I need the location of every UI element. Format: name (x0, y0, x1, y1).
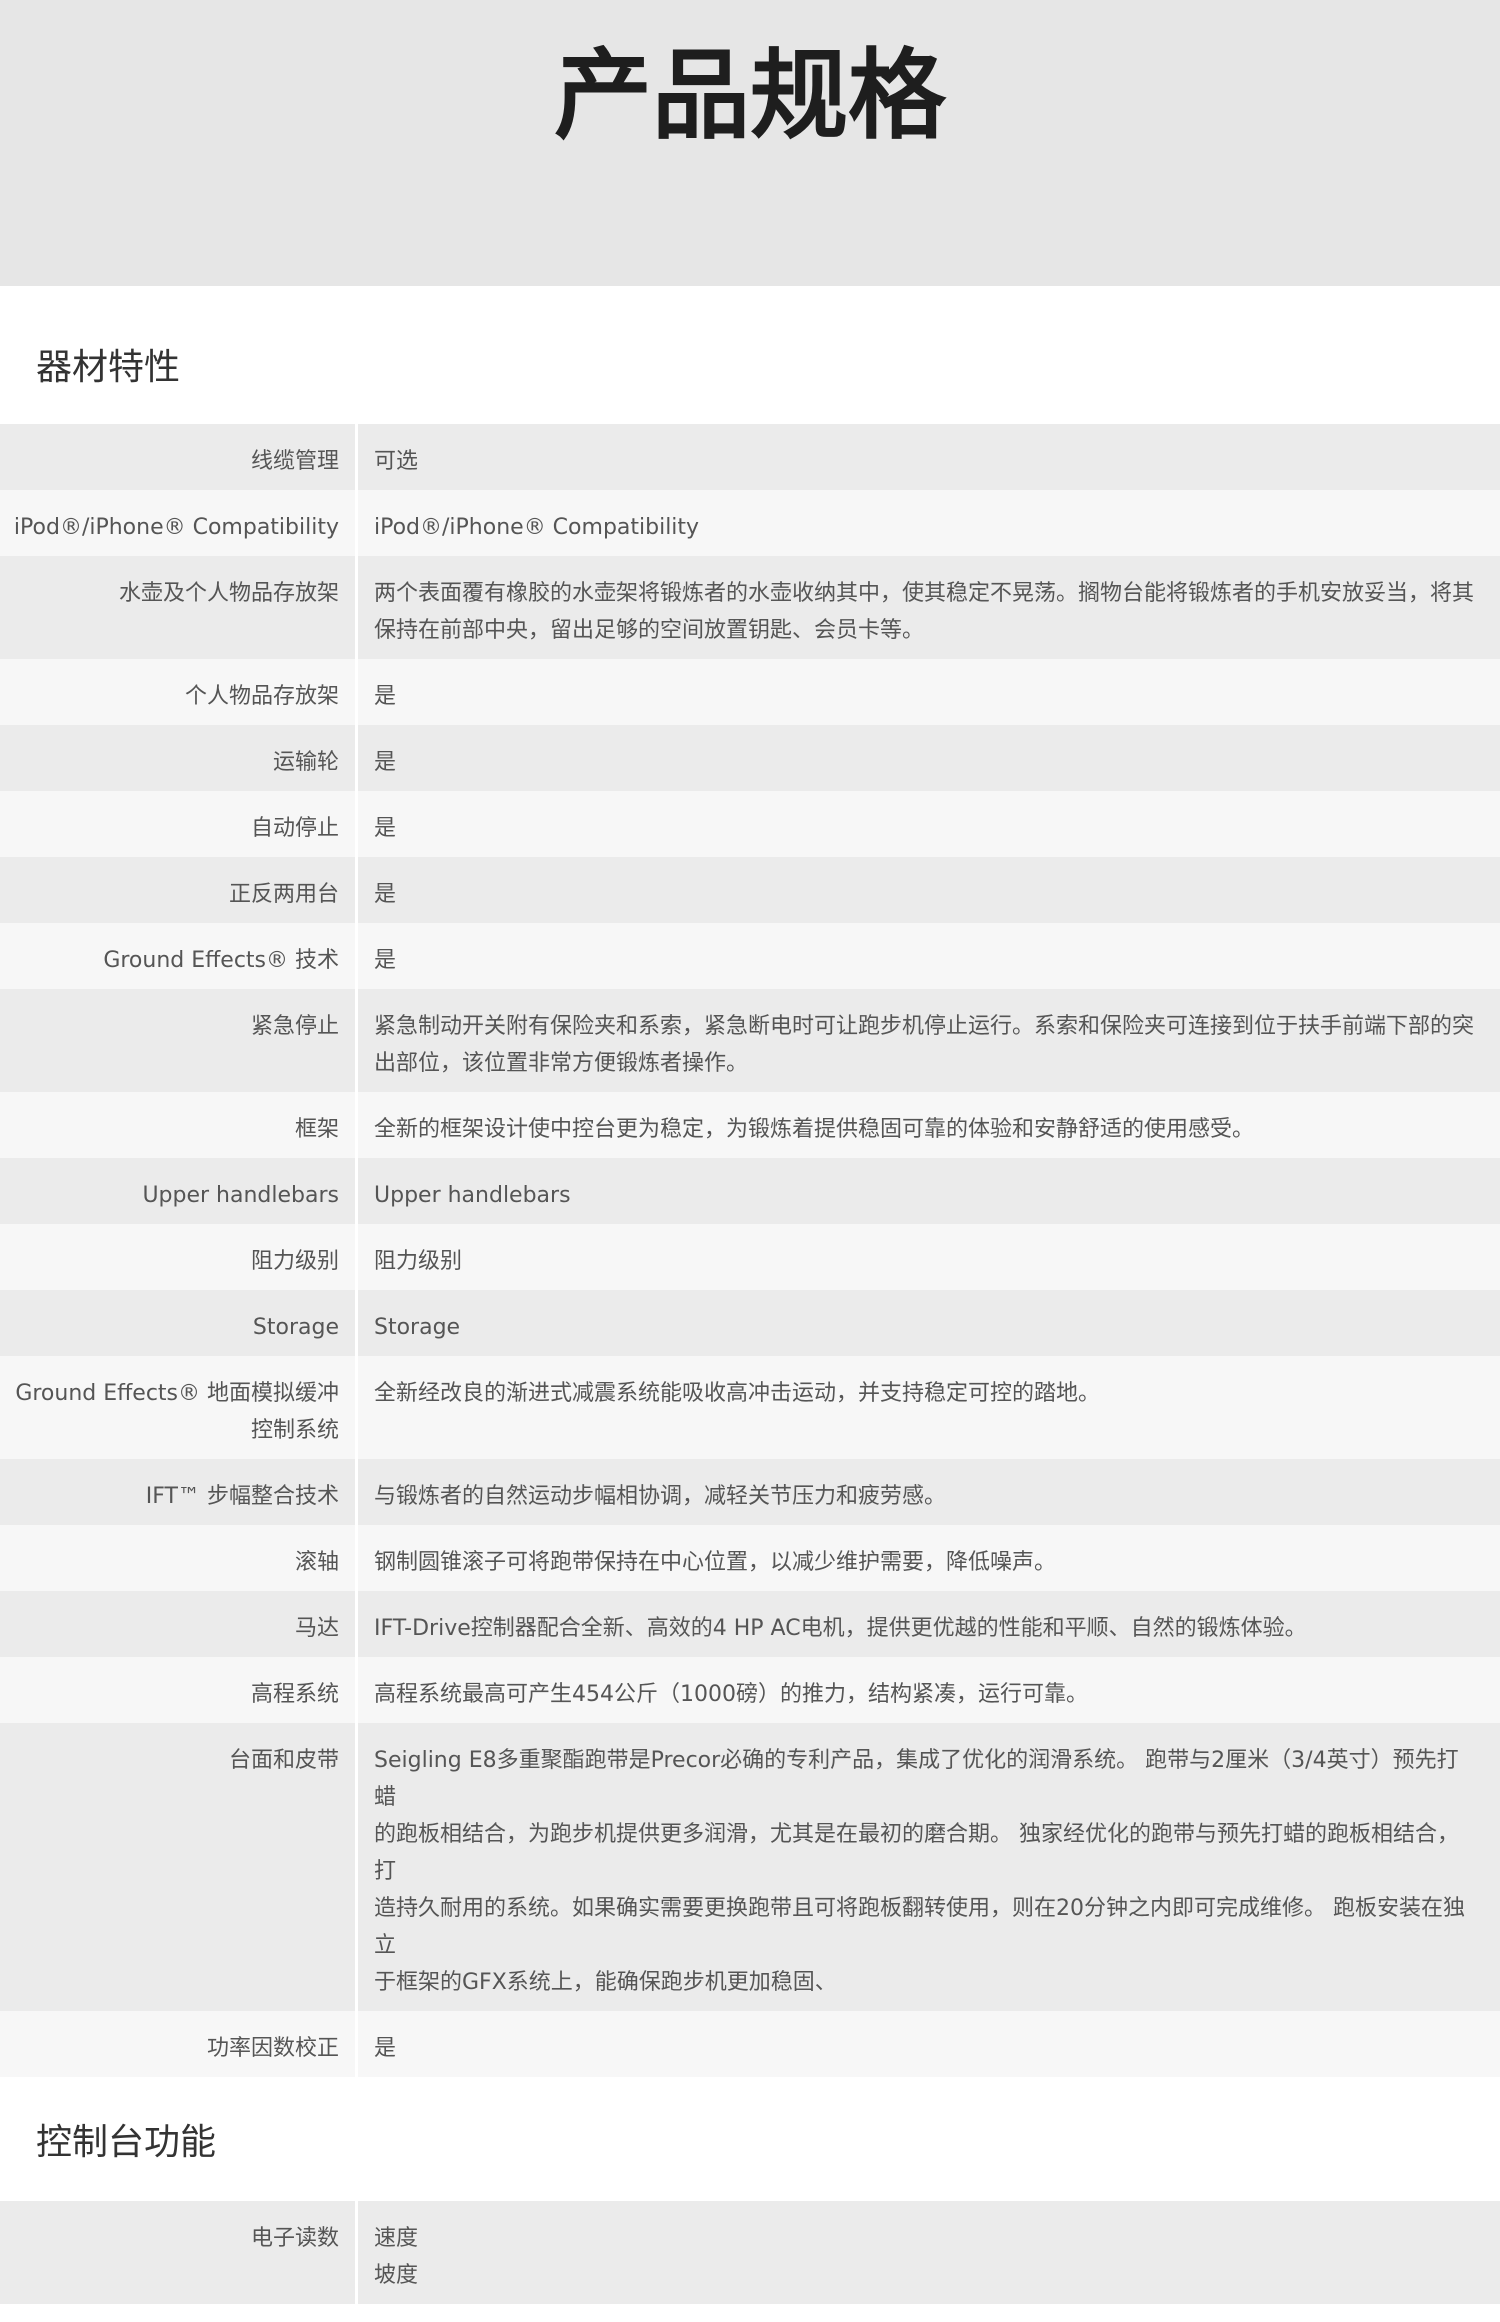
spec-label: 水壶及个人物品存放架 (118, 581, 339, 606)
spec-row: IFT™ 步幅整合技术 与锻炼者的自然运动步幅相协调，减轻关节压力和疲劳感。 (0, 1459, 1500, 1525)
page-header: 产品规格 (0, 0, 1500, 286)
spec-value-line: 全新经改良的渐进式减震系统能吸收高冲击运动，并支持稳定可控的踏地。 (374, 1381, 1101, 1406)
spec-value-line: Upper handlebars (374, 1183, 571, 1208)
spec-value: 紧急制动开关附有保险夹和系索，紧急断电时可让跑步机停止运行。系索和保险夹可连接到… (355, 989, 1500, 1092)
spec-label: 马达 (294, 1616, 339, 1641)
spec-label: 阻力级别 (250, 1249, 339, 1274)
spec-value-line: 保持在前部中央，留出足够的空间放置钥匙、会员卡等。 (374, 618, 925, 643)
spec-row: 线缆管理 可选 (0, 424, 1500, 490)
spec-value-line: 是 (374, 2036, 397, 2061)
spec-label: 电子读数 (250, 2226, 339, 2251)
spec-label: 线缆管理 (250, 449, 339, 474)
spec-value-line: Storage (374, 1315, 461, 1340)
spec-value-line: 钢制圆锥滚子可将跑带保持在中心位置，以减少维护需要，降低噪声。 (374, 1550, 1057, 1575)
spec-value: 阻力级别 (355, 1224, 1500, 1290)
spec-value: 是 (355, 923, 1500, 989)
page-title: 产品规格 (553, 39, 946, 153)
spec-value-line: 是 (374, 882, 397, 907)
spec-row: 自动停止 是 (0, 791, 1500, 857)
spec-value-line: 造持久耐用的系统。如果确实需要更换跑带且可将跑板翻转使用，则在20分钟之内即可完… (374, 1896, 1465, 1958)
spec-value: 两个表面覆有橡胶的水壶架将锻炼者的水壶收纳其中，使其稳定不晃荡。搁物台能将锻炼者… (355, 556, 1500, 659)
spec-value: 是 (355, 2011, 1500, 2077)
spec-value-line: 速度 (374, 2226, 419, 2251)
spec-value-line: IFT-Drive控制器配合全新、高效的4 HP AC电机，提供更优越的性能和平… (374, 1616, 1307, 1641)
spec-label: 高程系统 (250, 1682, 339, 1707)
spec-value: 速度 坡度 (355, 2201, 1500, 2304)
spec-value-line: 可选 (374, 449, 419, 474)
spec-value: 钢制圆锥滚子可将跑带保持在中心位置，以减少维护需要，降低噪声。 (355, 1525, 1500, 1591)
spec-table-equipment-features: 线缆管理 可选 iPod®/iPhone® Compatibility iPod®/i… (0, 424, 1500, 2077)
spec-row: 紧急停止 紧急制动开关附有保险夹和系索，紧急断电时可让跑步机停止运行。系索和保险夹… (0, 989, 1500, 1092)
spec-row: 电子读数 速度 坡度 (0, 2201, 1500, 2304)
spec-value: 全新经改良的渐进式减震系统能吸收高冲击运动，并支持稳定可控的踏地。 (355, 1356, 1500, 1459)
spec-value-line: 的跑板相结合，为跑步机提供更多润滑，尤其是在最初的磨合期。 独家经优化的跑带与预… (374, 1822, 1459, 1884)
spec-row: Storage Storage (0, 1290, 1500, 1356)
spec-value-line: iPod®/iPhone® Compatibility (374, 515, 700, 540)
spec-label: Ground Effects® 地面模拟缓冲控制系统 (15, 1381, 339, 1443)
spec-label: Ground Effects® 技术 (103, 948, 339, 973)
spec-row: 马达 IFT-Drive控制器配合全新、高效的4 HP AC电机，提供更优越的性能… (0, 1591, 1500, 1657)
spec-row: 滚轴 钢制圆锥滚子可将跑带保持在中心位置，以减少维护需要，降低噪声。 (0, 1525, 1500, 1591)
spec-value-line: 是 (374, 816, 397, 841)
spec-value: Seigling E8多重聚酯跑带是Precor必确的专利产品，集成了优化的润滑… (355, 1723, 1500, 2011)
spec-label: iPod®/iPhone® Compatibility (13, 515, 339, 540)
spec-value-line: 全新的框架设计使中控台更为稳定，为锻炼着提供稳固可靠的体验和安静舒适的使用感受。 (374, 1117, 1255, 1142)
spec-value-line: 是 (374, 750, 397, 775)
spec-value-line: 与锻炼者的自然运动步幅相协调，减轻关节压力和疲劳感。 (374, 1484, 947, 1509)
spec-value-line: 高程系统最高可产生454公斤（1000磅）的推力，结构紧凑，运行可靠。 (374, 1682, 1088, 1707)
spec-value: 是 (355, 659, 1500, 725)
spec-value-line: 是 (374, 948, 397, 973)
spec-value: IFT-Drive控制器配合全新、高效的4 HP AC电机，提供更优越的性能和平… (355, 1591, 1500, 1657)
spec-label: IFT™ 步幅整合技术 (145, 1484, 339, 1509)
spec-row: 运输轮 是 (0, 725, 1500, 791)
spec-label: 台面和皮带 (228, 1748, 339, 1773)
spec-value-line: 阻力级别 (374, 1249, 463, 1274)
spec-row: 正反两用台 是 (0, 857, 1500, 923)
spec-label: 滚轴 (294, 1550, 339, 1575)
spec-value: 高程系统最高可产生454公斤（1000磅）的推力，结构紧凑，运行可靠。 (355, 1657, 1500, 1723)
spec-value-line: 坡度 (374, 2263, 419, 2288)
spec-value-line: Seigling E8多重聚酯跑带是Precor必确的专利产品，集成了优化的润滑… (374, 1748, 1459, 1810)
spec-value: 与锻炼者的自然运动步幅相协调，减轻关节压力和疲劳感。 (355, 1459, 1500, 1525)
spec-value: 是 (355, 725, 1500, 791)
spec-row: 框架 全新的框架设计使中控台更为稳定，为锻炼着提供稳固可靠的体验和安静舒适的使用感… (0, 1092, 1500, 1158)
spec-table-console-features: 电子读数 速度 坡度 (0, 2201, 1500, 2304)
spec-row: Upper handlebars Upper handlebars (0, 1158, 1500, 1224)
spec-label: Upper handlebars (142, 1183, 339, 1208)
spec-label: Storage (252, 1315, 339, 1340)
spec-row: 水壶及个人物品存放架 两个表面覆有橡胶的水壶架将锻炼者的水壶收纳其中，使其稳定不晃… (0, 556, 1500, 659)
spec-value: 可选 (355, 424, 1500, 490)
section-title-console-features: 控制台功能 (36, 2122, 217, 2163)
spec-value: 是 (355, 857, 1500, 923)
spec-value: Upper handlebars (355, 1158, 1500, 1224)
spec-row: 个人物品存放架 是 (0, 659, 1500, 725)
spec-label: 自动停止 (250, 816, 339, 841)
spec-row: 高程系统 高程系统最高可产生454公斤（1000磅）的推力，结构紧凑，运行可靠。 (0, 1657, 1500, 1723)
spec-row: 功率因数校正 是 (0, 2011, 1500, 2077)
spec-value: iPod®/iPhone® Compatibility (355, 490, 1500, 556)
spec-value-line: 出部位，该位置非常方便锻炼者操作。 (374, 1051, 749, 1076)
spec-value-line: 两个表面覆有橡胶的水壶架将锻炼者的水壶收纳其中，使其稳定不晃荡。搁物台能将锻炼者… (374, 581, 1475, 606)
spec-row: iPod®/iPhone® Compatibility iPod®/iPhone®… (0, 490, 1500, 556)
spec-value: Storage (355, 1290, 1500, 1356)
spec-label: 紧急停止 (250, 1014, 339, 1039)
spec-label: 个人物品存放架 (184, 684, 339, 709)
spec-label: 运输轮 (272, 750, 339, 775)
spec-value-line: 是 (374, 684, 397, 709)
spec-value: 全新的框架设计使中控台更为稳定，为锻炼着提供稳固可靠的体验和安静舒适的使用感受。 (355, 1092, 1500, 1158)
spec-label: 框架 (294, 1117, 339, 1142)
spec-value: 是 (355, 791, 1500, 857)
spec-value-line: 紧急制动开关附有保险夹和系索，紧急断电时可让跑步机停止运行。系索和保险夹可连接到… (374, 1014, 1475, 1039)
spec-row: Ground Effects® 地面模拟缓冲控制系统 全新经改良的渐进式减震系统能… (0, 1356, 1500, 1459)
spec-row: Ground Effects® 技术 是 (0, 923, 1500, 989)
spec-row: 阻力级别 阻力级别 (0, 1224, 1500, 1290)
section-title-equipment-features: 器材特性 (36, 347, 181, 388)
spec-value-line: 于框架的GFX系统上，能确保跑步机更加稳固、 (374, 1970, 837, 1995)
spec-row: 台面和皮带 Seigling E8多重聚酯跑带是Precor必确的专利产品，集成了… (0, 1723, 1500, 2011)
spec-label: 功率因数校正 (206, 2036, 339, 2061)
spec-label: 正反两用台 (228, 882, 339, 907)
